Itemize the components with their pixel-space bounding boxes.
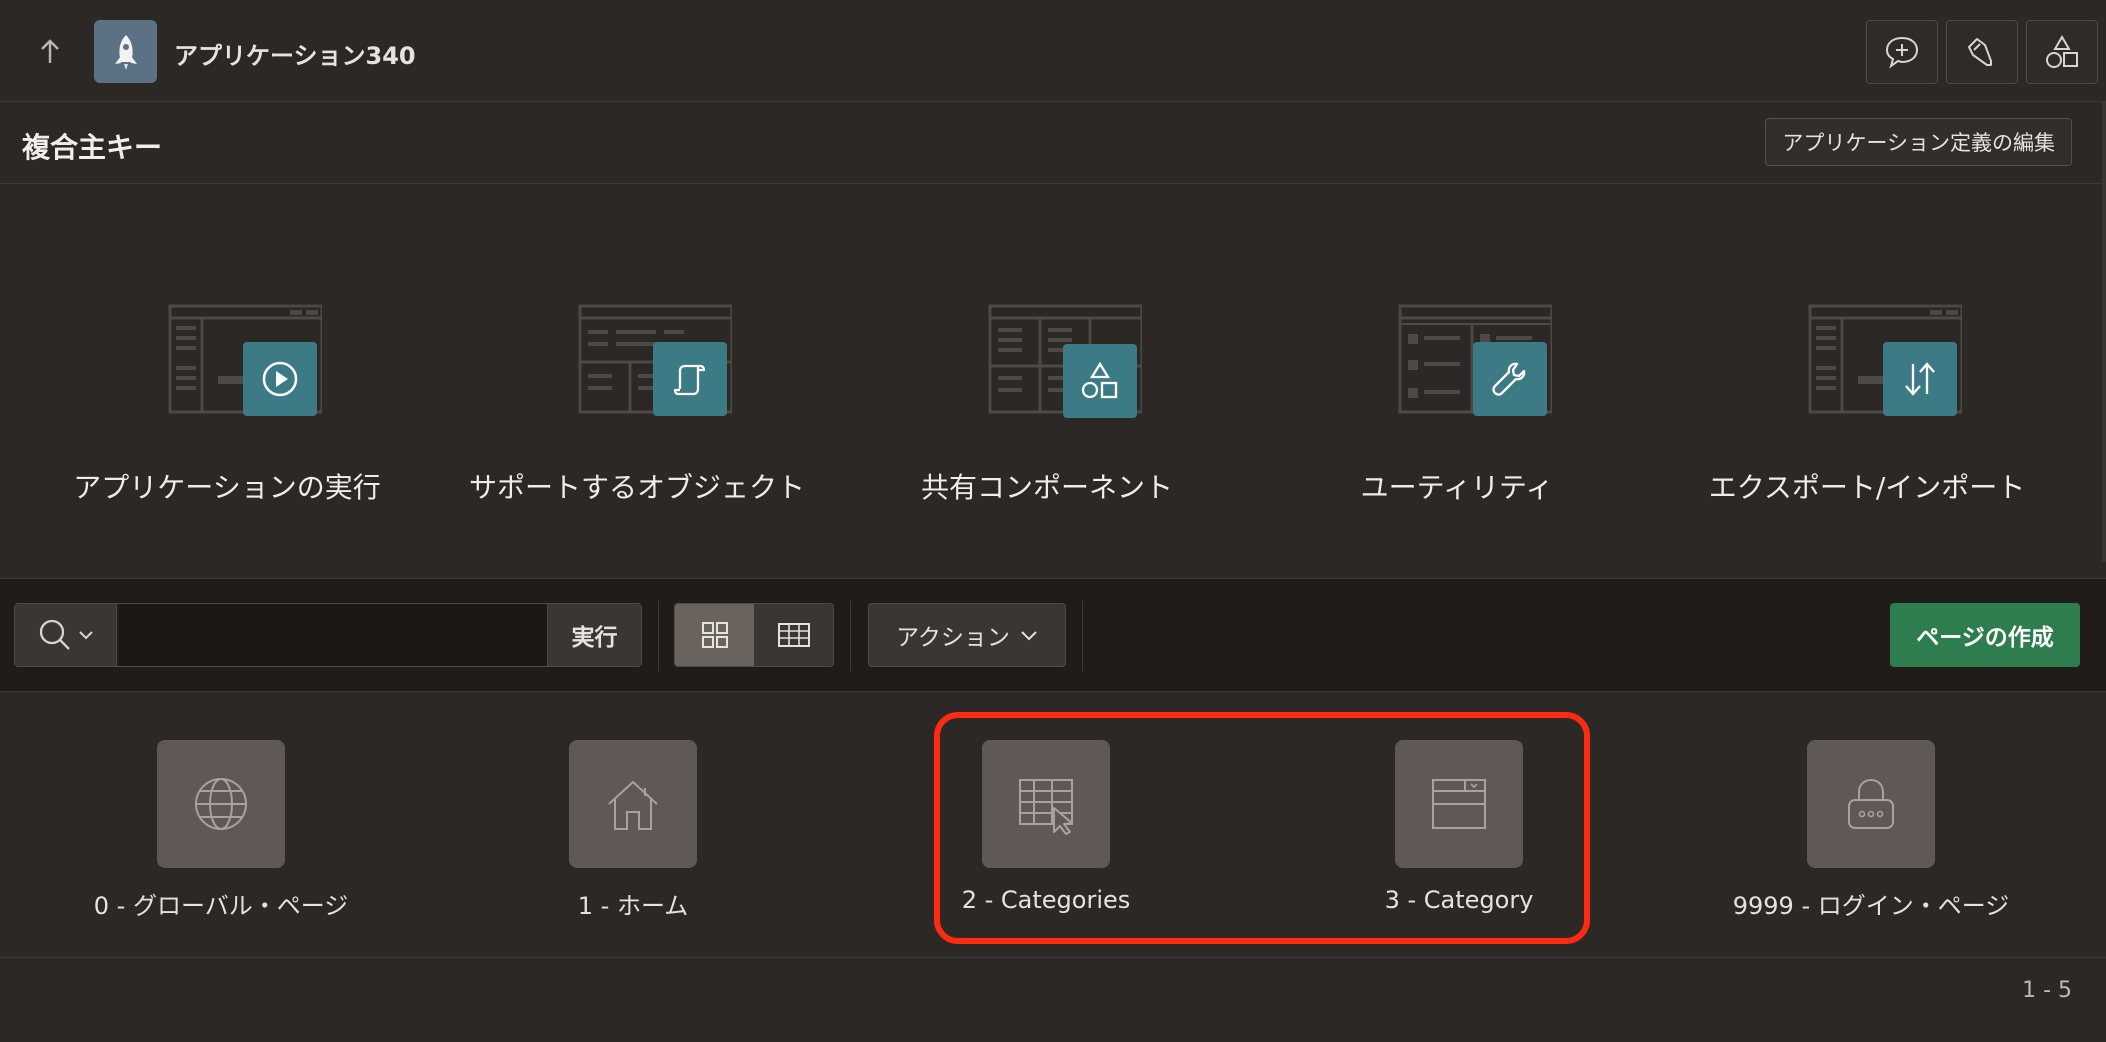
toolbar-divider (1082, 601, 1083, 671)
wrench-icon (1473, 342, 1547, 416)
shapes-icon (1063, 344, 1137, 418)
up-down-arrows-icon (1883, 342, 1957, 416)
search-options-button[interactable] (15, 604, 117, 666)
page-toolbar: 実行 アクション ページの作成 (0, 578, 2106, 692)
lock-icon (1807, 740, 1935, 868)
tile-export-import[interactable]: エクスポート/インポート (1662, 184, 2072, 578)
page-item[interactable]: 9999 - ログイン・ページ (1650, 692, 2062, 958)
create-page-button[interactable]: ページの作成 (1890, 603, 2080, 667)
search-bar: 実行 (14, 603, 642, 667)
interactive-grid-icon (982, 740, 1110, 868)
pagination-info: 1 - 5 (2022, 978, 2072, 1003)
app-tiles: アプリケーションの実行 サポートするオブジェクト 共有コンポーネント ユーティリ… (0, 184, 2106, 578)
toolbar-divider (658, 601, 659, 671)
grid-icon (701, 622, 728, 648)
tile-supporting-objects[interactable]: サポートするオブジェクト (432, 184, 842, 578)
tile-label: ユーティリティ (1360, 471, 1554, 504)
feedback-icon (1885, 36, 1919, 69)
page-title: 複合主キー (22, 131, 163, 164)
flashlight-icon (1968, 38, 1992, 66)
tile-shared-components[interactable]: 共有コンポーネント (842, 184, 1252, 578)
scroll-icon (653, 342, 727, 416)
flashlight-button[interactable] (1946, 20, 2018, 84)
home-icon (569, 740, 697, 868)
feedback-button[interactable] (1866, 20, 1938, 84)
form-icon (1395, 740, 1523, 868)
table-icon (777, 623, 810, 647)
view-toggle (674, 603, 834, 667)
actions-label: アクション (896, 625, 1010, 651)
play-icon (243, 342, 317, 416)
chevron-down-icon (78, 631, 93, 640)
tile-label: エクスポート/インポート (1708, 471, 2026, 504)
app-header: アプリケーション340 (0, 0, 2106, 102)
toolbar-divider (850, 601, 851, 671)
arrow-up-icon[interactable] (30, 30, 70, 74)
edit-application-definition-button[interactable]: アプリケーション定義の編集 (1765, 118, 2072, 166)
page-label: 2 - Categories (961, 886, 1131, 914)
shapes-icon (2046, 35, 2078, 68)
page-label: 0 - グローバル・ページ (93, 892, 349, 920)
app-title: アプリケーション340 (174, 42, 416, 70)
page-item[interactable]: 3 - Category (1238, 692, 1650, 958)
page-item[interactable]: 0 - グローバル・ページ (0, 692, 412, 958)
chevron-down-icon (1021, 631, 1037, 641)
tile-label: 共有コンポーネント (920, 471, 1173, 504)
page-item[interactable]: 1 - ホーム (412, 692, 824, 958)
tile-label: サポートするオブジェクト (468, 471, 805, 504)
go-button[interactable]: 実行 (547, 604, 641, 666)
scrollbar[interactable] (2102, 102, 2106, 562)
tile-utilities[interactable]: ユーティリティ (1252, 184, 1662, 578)
globe-icon (157, 740, 285, 868)
page-label: 1 - ホーム (577, 892, 689, 920)
actions-menu-button[interactable]: アクション (868, 603, 1066, 667)
page-item[interactable]: 2 - Categories (825, 692, 1237, 958)
pages-grid: 0 - グローバル・ページ 1 - ホーム 2 - Categories 3 -… (0, 692, 2106, 958)
icon-view-button[interactable] (675, 604, 754, 666)
tile-run-application[interactable]: アプリケーションの実行 (22, 184, 432, 578)
shapes-button[interactable] (2026, 20, 2098, 84)
report-view-button[interactable] (754, 604, 833, 666)
search-icon (39, 619, 70, 650)
rocket-icon[interactable] (94, 20, 157, 83)
search-input[interactable] (119, 604, 559, 666)
tile-label: アプリケーションの実行 (73, 471, 381, 504)
region-header: 複合主キー アプリケーション定義の編集 (0, 102, 2106, 184)
page-label: 9999 - ログイン・ページ (1732, 892, 2010, 920)
page-label: 3 - Category (1384, 886, 1534, 914)
